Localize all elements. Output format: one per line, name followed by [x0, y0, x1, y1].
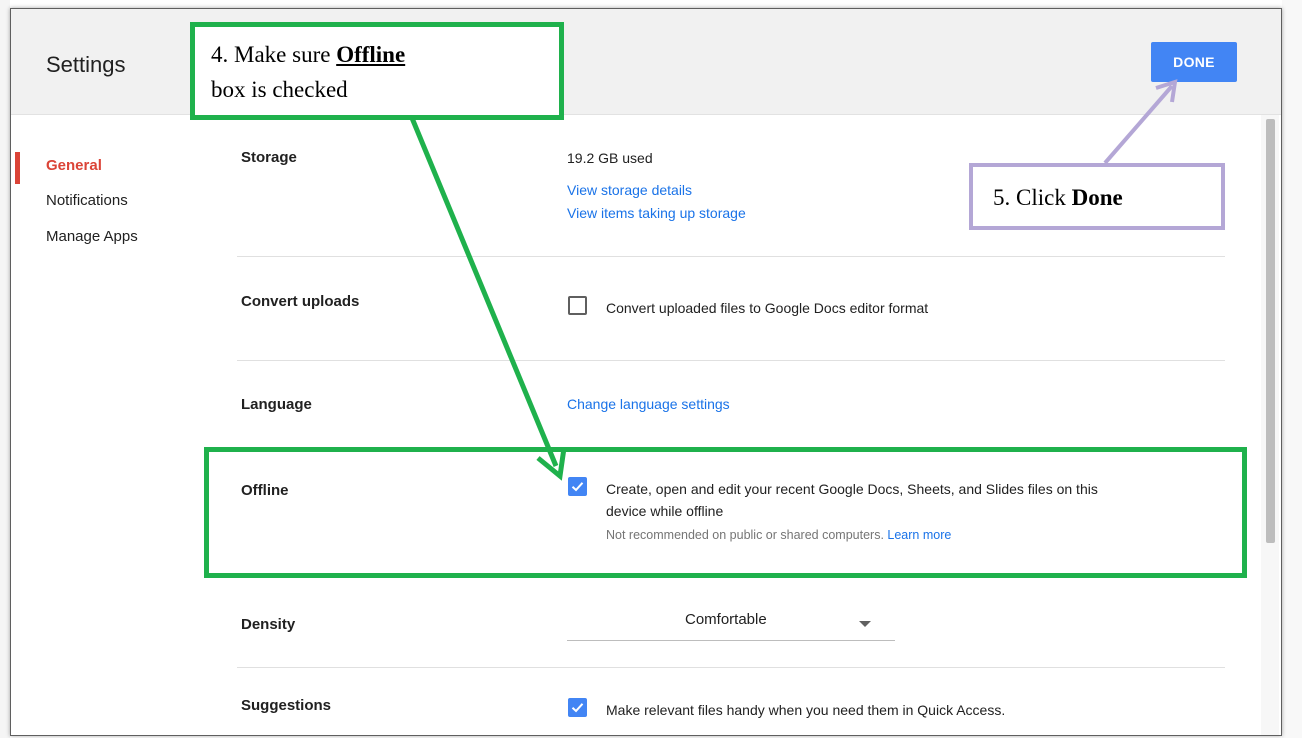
- divider: [237, 256, 1225, 257]
- storage-label: Storage: [241, 149, 297, 166]
- step4-text: 4. Make sure Offline: [211, 40, 405, 70]
- sidebar-item-manage-apps[interactable]: Manage Apps: [46, 228, 138, 245]
- offline-highlight-box: [204, 447, 1247, 578]
- view-items-storage-link[interactable]: View items taking up storage: [567, 205, 746, 221]
- background-page-edge-right: [1282, 0, 1302, 738]
- divider: [237, 667, 1225, 668]
- suggestions-label: Suggestions: [241, 697, 332, 714]
- step4-text-line2: box is checked: [211, 77, 348, 102]
- checkmark-icon: [571, 703, 584, 713]
- active-nav-indicator: [15, 152, 20, 184]
- step5-bold: Done: [1071, 185, 1123, 210]
- step4-callout: 4. Make sure Offline box is checked: [190, 22, 564, 120]
- suggestions-description: Make relevant files handy when you need …: [606, 702, 1006, 718]
- step4-prefix: 4. Make sure: [211, 42, 337, 67]
- suggestions-checkbox[interactable]: [568, 698, 587, 717]
- convert-uploads-label: Convert uploads: [241, 293, 360, 310]
- density-label: Density: [241, 616, 296, 633]
- language-label: Language: [241, 396, 312, 413]
- convert-uploads-checkbox[interactable]: [568, 296, 587, 315]
- view-storage-details-link[interactable]: View storage details: [567, 182, 692, 198]
- dialog-title: Settings: [46, 52, 126, 77]
- density-select[interactable]: Comfortable: [567, 607, 895, 641]
- scrollbar-thumb[interactable]: [1266, 119, 1275, 543]
- step5-callout: 5. Click Done: [969, 163, 1225, 230]
- convert-uploads-description: Convert uploaded files to Google Docs ed…: [606, 300, 929, 316]
- sidebar-item-notifications[interactable]: Notifications: [46, 192, 128, 209]
- change-language-link[interactable]: Change language settings: [567, 396, 730, 412]
- sidebar-item-general[interactable]: General: [46, 157, 102, 174]
- background-page-edge: [0, 0, 10, 738]
- step4-bold: Offline: [336, 42, 406, 67]
- divider: [237, 360, 1225, 361]
- storage-used-text: 19.2 GB used: [567, 150, 653, 166]
- done-button[interactable]: DONE: [1151, 42, 1237, 82]
- step5-text: 5. Click Done: [993, 183, 1123, 213]
- dropdown-arrow-icon: [859, 621, 871, 627]
- step5-prefix: 5. Click: [993, 185, 1072, 210]
- density-selected-value: Comfortable: [685, 611, 767, 628]
